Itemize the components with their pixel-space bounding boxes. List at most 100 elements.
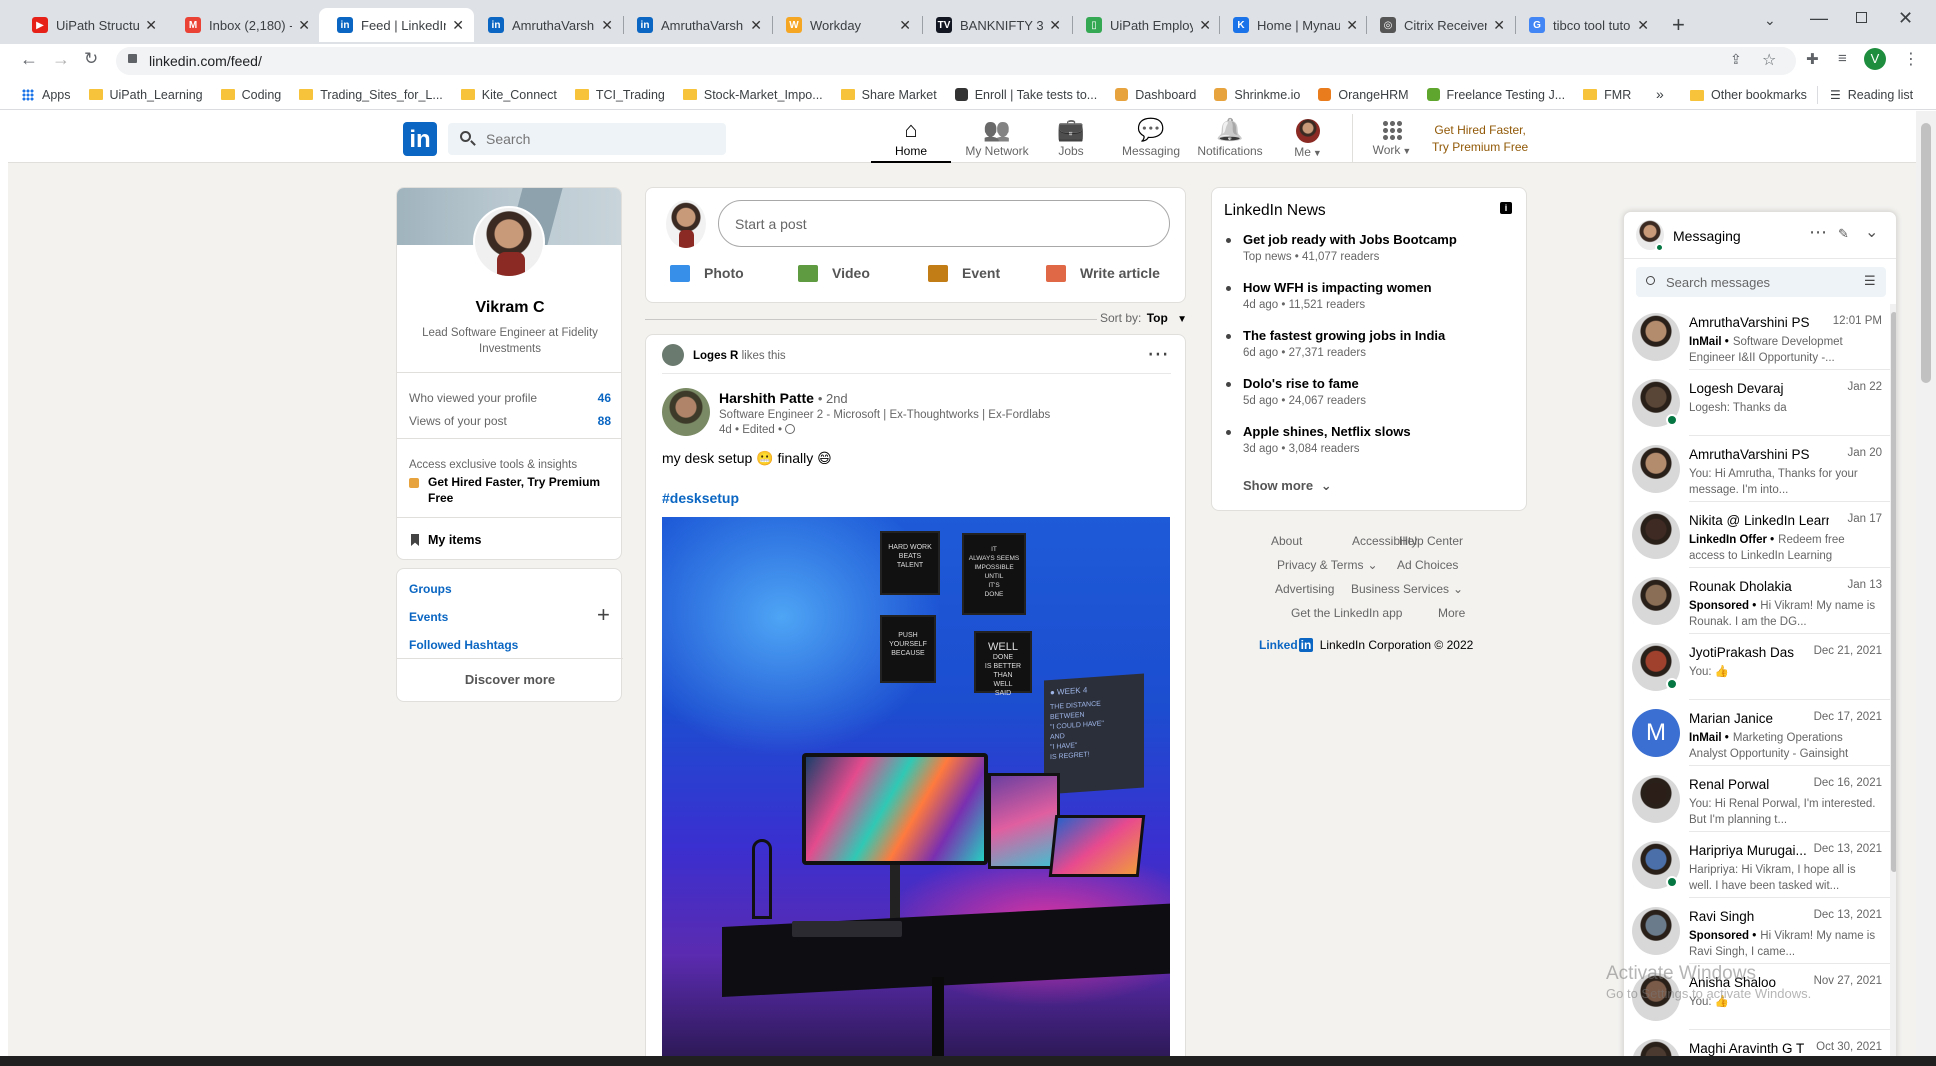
footer-link[interactable]: Ad Choices: [1397, 558, 1458, 572]
tab-close-icon[interactable]: ✕: [452, 17, 464, 34]
message-thread[interactable]: AmruthaVarshini PS Jan 20 You: Hi Amrutha,…: [1624, 436, 1890, 502]
premium-cta[interactable]: Get Hired Faster, Try Premium Free: [1432, 122, 1528, 156]
start-post-button[interactable]: Start a post: [718, 200, 1170, 247]
sort-by-control[interactable]: Sort by: Top ▼: [1100, 311, 1187, 325]
profile-name[interactable]: Vikram C: [397, 299, 621, 317]
browser-menu-icon[interactable]: ⋮: [1903, 49, 1919, 69]
messages-search[interactable]: Search messages ☰: [1636, 267, 1886, 297]
messaging-more-icon[interactable]: ⋯: [1809, 222, 1827, 243]
premium-upsell[interactable]: Get Hired Faster, Try Premium Free: [409, 474, 609, 506]
discover-more-button[interactable]: Discover more: [397, 672, 623, 687]
tab-close-icon[interactable]: ✕: [1199, 17, 1211, 34]
profile-stat-viewers[interactable]: Who viewed your profile 46: [409, 391, 611, 405]
nav-work[interactable]: Work ▼: [1352, 114, 1432, 164]
message-thread[interactable]: AmruthaVarshini PS 12:01 PM InMail • Softwa…: [1624, 304, 1890, 370]
linkedin-logo[interactable]: in: [403, 122, 437, 156]
nav-notifications[interactable]: 🔔 Notifications: [1190, 114, 1270, 164]
browser-tab[interactable]: ◎ Citrix Receiver ✕: [1370, 8, 1515, 42]
bookmark-item[interactable]: Trading_Sites_for_L...: [299, 88, 443, 102]
reading-mode-icon[interactable]: ≡: [1838, 50, 1847, 67]
message-thread[interactable]: JyotiPrakash Das Dec 21, 2021 You: 👍: [1624, 634, 1890, 700]
bookmark-item[interactable]: Enroll | Take tests to...: [954, 88, 1097, 102]
more-bookmarks[interactable]: »: [1656, 86, 1664, 102]
tab-close-icon[interactable]: ✕: [750, 17, 762, 34]
compose-icon[interactable]: ✎: [1838, 226, 1849, 242]
news-item[interactable]: Dolo's rise to fame 5d ago • 24,067 reade…: [1224, 376, 1514, 407]
message-thread[interactable]: Rounak Dholakia Jan 13 Sponsored • Hi Vikra…: [1624, 568, 1890, 634]
post-hashtag[interactable]: #desksetup: [662, 490, 739, 506]
bookmark-item[interactable]: FMR: [1583, 88, 1631, 102]
profile-avatar[interactable]: [473, 206, 545, 278]
browser-tab[interactable]: M Inbox (2,180) - v ✕: [175, 8, 320, 42]
message-thread[interactable]: M Marian Janice Dec 17, 2021 InMail • Market…: [1624, 700, 1890, 766]
footer-link[interactable]: Advertising: [1275, 582, 1334, 596]
bookmark-item[interactable]: Apps: [22, 88, 71, 102]
nav-me[interactable]: Me ▼: [1268, 114, 1348, 164]
footer-link[interactable]: Help Center: [1399, 534, 1463, 548]
bookmark-item[interactable]: Dashboard: [1115, 88, 1196, 102]
bookmark-item[interactable]: Stock-Market_Impo...: [682, 88, 823, 102]
tab-close-icon[interactable]: ✕: [1049, 17, 1061, 34]
liker-avatar[interactable]: [662, 344, 684, 366]
message-thread[interactable]: Renal Porwal Dec 16, 2021 You: Hi Renal Po…: [1624, 766, 1890, 832]
nav-my-network[interactable]: 👥 My Network: [957, 114, 1037, 164]
author-avatar[interactable]: [662, 388, 710, 436]
close-window-button[interactable]: ✕: [1898, 8, 1913, 29]
add-event-icon[interactable]: +: [597, 602, 610, 628]
forward-icon[interactable]: →: [52, 49, 70, 70]
browser-tab[interactable]: TV BANKNIFTY 370 ✕: [926, 8, 1071, 42]
message-thread[interactable]: Nikita @ LinkedIn Learni... Jan 17 LinkedI…: [1624, 502, 1890, 568]
tab-close-icon[interactable]: ✕: [1493, 17, 1505, 34]
nav-jobs[interactable]: 💼 Jobs: [1031, 114, 1111, 164]
author-name[interactable]: Harshith Patte: [719, 390, 814, 406]
bookmark-item[interactable]: Coding: [220, 88, 281, 102]
global-search[interactable]: [448, 123, 726, 155]
tab-close-icon[interactable]: ✕: [1637, 17, 1649, 34]
browser-tab[interactable]: in AmruthaVarshin ✕: [627, 8, 772, 42]
collapse-chevron-icon[interactable]: ⌄: [1865, 222, 1878, 242]
tab-close-icon[interactable]: ✕: [601, 17, 613, 34]
share-photo-button[interactable]: Photo: [670, 257, 744, 289]
back-icon[interactable]: ←: [20, 49, 38, 70]
news-item[interactable]: How WFH is impacting women 4d ago • 11,52…: [1224, 280, 1514, 311]
share-icon[interactable]: ⇪: [1730, 51, 1742, 68]
bookmark-item[interactable]: Shrinkme.io: [1214, 88, 1300, 102]
search-input[interactable]: [486, 129, 706, 149]
news-item[interactable]: Get job ready with Jobs Bootcamp Top news…: [1224, 232, 1514, 263]
profile-avatar[interactable]: V: [1864, 48, 1886, 70]
browser-tab[interactable]: in Feed | LinkedIn ✕: [319, 8, 474, 42]
restore-button[interactable]: [1856, 12, 1867, 23]
followed-hashtags-link[interactable]: Followed Hashtags: [409, 638, 518, 652]
address-bar[interactable]: linkedin.com/feed/ ⇪ ☆: [116, 47, 1796, 75]
profile-stat-post-views[interactable]: Views of your post 88: [409, 414, 611, 428]
bookmark-item[interactable]: Kite_Connect: [460, 88, 557, 102]
my-items[interactable]: My items: [411, 533, 482, 547]
browser-tab[interactable]: W Workday ✕: [776, 8, 921, 42]
browser-tab[interactable]: Gtibco tool tutori ✕: [1519, 8, 1659, 42]
footer-link[interactable]: Business Services ⌄: [1351, 582, 1463, 596]
news-item[interactable]: Apple shines, Netflix slows 3d ago • 3,08…: [1224, 424, 1514, 455]
tab-close-icon[interactable]: ✕: [899, 17, 911, 34]
share-event-button[interactable]: Event: [928, 257, 1000, 289]
bookmark-item[interactable]: UiPath_Learning: [88, 88, 203, 102]
liker-name[interactable]: Loges R: [693, 350, 738, 362]
info-icon[interactable]: i: [1500, 202, 1512, 214]
nav-messaging[interactable]: 💬 Messaging: [1111, 114, 1191, 164]
message-thread[interactable]: Ravi Singh Dec 13, 2021 Sponsored • Hi Vikr…: [1624, 898, 1890, 964]
message-thread[interactable]: Logesh Devaraj Jan 22 Logesh: Thanks da: [1624, 370, 1890, 436]
messaging-header[interactable]: Messaging ⋯ ✎ ⌄: [1624, 212, 1896, 259]
footer-link[interactable]: Get the LinkedIn app: [1291, 606, 1402, 620]
share-write-article-button[interactable]: Write article: [1046, 257, 1160, 289]
post-image[interactable]: HARD WORK BEATS TALENT IT ALWAYS SEEMS I…: [662, 517, 1170, 1063]
other-bookmarks[interactable]: Other bookmarks: [1690, 88, 1807, 102]
browser-tab[interactable]: ▯ UiPath Employe ✕: [1076, 8, 1221, 42]
footer-link[interactable]: Privacy & Terms ⌄: [1277, 558, 1378, 572]
reading-list[interactable]: ☰ Reading list: [1830, 88, 1913, 102]
scroll-thumb[interactable]: [1891, 312, 1896, 872]
tab-close-icon[interactable]: ✕: [145, 17, 157, 34]
extensions-icon[interactable]: ✚: [1806, 50, 1819, 68]
share-avatar[interactable]: [666, 200, 706, 248]
browser-tab[interactable]: in AmruthaVarshin ✕: [478, 8, 623, 42]
footer-link[interactable]: More: [1438, 606, 1465, 620]
messaging-scrollbar[interactable]: [1890, 304, 1896, 1066]
